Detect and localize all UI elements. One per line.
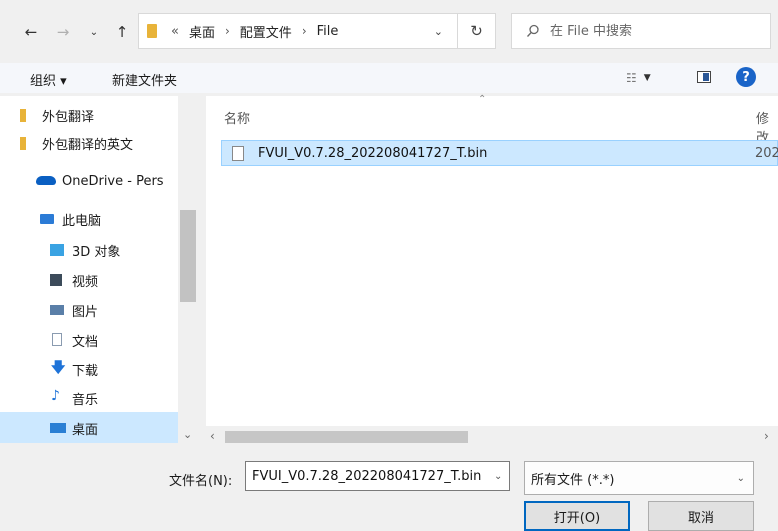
chevron-down-icon[interactable]: ⌄: [494, 471, 502, 482]
arrow-right-icon: →: [56, 23, 70, 41]
nav-item-music[interactable]: 音乐: [72, 387, 98, 409]
file-date: 202: [755, 145, 778, 161]
up-button[interactable]: ↑: [112, 22, 132, 42]
nav-scroll-down-icon[interactable]: ⌄: [183, 428, 192, 441]
cloud-icon: [36, 176, 56, 185]
file-row[interactable]: FVUI_V0.7.28_202208041727_T.bin 202: [221, 140, 778, 166]
chevron-down-icon: ▼: [643, 73, 651, 83]
help-button[interactable]: ?: [736, 67, 756, 87]
forward-button[interactable]: →: [52, 22, 74, 42]
chevron-down-icon: ⌄: [736, 472, 745, 484]
help-icon: ?: [742, 69, 750, 85]
filetype-select[interactable]: 所有文件 (*.*) ⌄: [524, 461, 754, 495]
organize-button[interactable]: 组织 ▾: [30, 70, 67, 89]
folder-icon: [147, 24, 157, 38]
folder-icon: [20, 109, 26, 122]
refresh-icon: ↻: [470, 22, 483, 40]
horizontal-scrollbar-thumb[interactable]: [225, 431, 468, 443]
3d-objects-icon: [50, 244, 64, 256]
cancel-button[interactable]: 取消: [648, 501, 754, 531]
arrow-up-icon: ↑: [115, 23, 129, 41]
breadcrumb-separator[interactable]: ›: [302, 24, 307, 38]
breadcrumb-separator[interactable]: ›: [225, 24, 230, 38]
nav-item-this-pc[interactable]: 此电脑: [62, 208, 101, 230]
recent-locations-button[interactable]: ⌄: [85, 22, 103, 42]
folder-icon: [20, 137, 26, 150]
address-bar[interactable]: « 桌面 › 配置文件 › File ⌄: [138, 13, 458, 49]
breadcrumb-overflow[interactable]: «: [171, 24, 179, 39]
command-bar: 组织 ▾ 新建文件夹 ☷ ▼ ?: [0, 63, 778, 93]
scroll-left-icon[interactable]: ‹: [210, 429, 215, 443]
preview-pane-button[interactable]: [697, 71, 711, 83]
refresh-button[interactable]: ↻: [458, 13, 496, 49]
view-options-button[interactable]: ☷ ▼: [626, 71, 651, 85]
desktop-icon: [50, 423, 66, 433]
nav-item-pictures[interactable]: 图片: [72, 299, 98, 321]
cancel-button-label: 取消: [687, 510, 714, 526]
music-icon: ♪: [51, 388, 60, 404]
filetype-value: 所有文件 (*.*): [531, 472, 615, 488]
chevron-down-icon: ⌄: [89, 26, 99, 38]
open-button-label: 打开(O): [553, 510, 601, 526]
nav-item-onedrive[interactable]: OneDrive - Pers: [62, 170, 164, 192]
nav-item-downloads[interactable]: 下载: [72, 358, 98, 380]
column-header-name[interactable]: 名称: [224, 108, 250, 127]
nav-item-documents[interactable]: 文档: [72, 329, 98, 351]
search-icon: [527, 24, 539, 37]
breadcrumb-desktop[interactable]: 桌面: [189, 22, 215, 41]
search-box[interactable]: [511, 13, 771, 49]
nav-item-3d-objects[interactable]: 3D 对象: [72, 239, 120, 261]
sort-arrow-icon: ⌃: [478, 94, 487, 105]
pictures-icon: [50, 305, 64, 315]
nav-item-outsourced-translation[interactable]: 外包翻译: [42, 104, 94, 126]
arrow-left-icon: ←: [24, 23, 38, 41]
file-icon: [232, 145, 244, 161]
address-dropdown-icon[interactable]: ⌄: [434, 25, 443, 38]
preview-pane-icon: [703, 73, 709, 81]
file-name: FVUI_V0.7.28_202208041727_T.bin: [258, 145, 488, 161]
new-folder-button[interactable]: 新建文件夹: [112, 70, 177, 89]
back-button[interactable]: ←: [20, 22, 42, 42]
filename-label: 文件名(N):: [169, 474, 233, 489]
view-list-icon: ☷: [626, 71, 637, 85]
search-input[interactable]: [548, 22, 752, 40]
download-icon: 🡇: [51, 360, 66, 376]
scroll-right-icon[interactable]: ›: [764, 429, 769, 443]
nav-item-desktop[interactable]: 桌面: [72, 417, 98, 439]
nav-scrollbar-thumb[interactable]: [180, 210, 196, 302]
documents-icon: [52, 333, 62, 346]
breadcrumb-file[interactable]: File: [317, 24, 339, 39]
breadcrumb-config[interactable]: 配置文件: [240, 22, 292, 41]
nav-item-outsourced-translation-en[interactable]: 外包翻译的英文: [42, 132, 133, 154]
filename-field[interactable]: ⌄: [245, 461, 510, 491]
navigation-pane: 外包翻译 ⌃ 外包翻译的英文 OneDrive - Pers 此电脑 3D 对象…: [0, 96, 198, 443]
filename-input[interactable]: [250, 467, 494, 485]
computer-icon: [40, 214, 54, 224]
nav-item-videos[interactable]: 视频: [72, 269, 98, 291]
open-button[interactable]: 打开(O): [524, 501, 630, 531]
video-icon: [50, 274, 62, 286]
